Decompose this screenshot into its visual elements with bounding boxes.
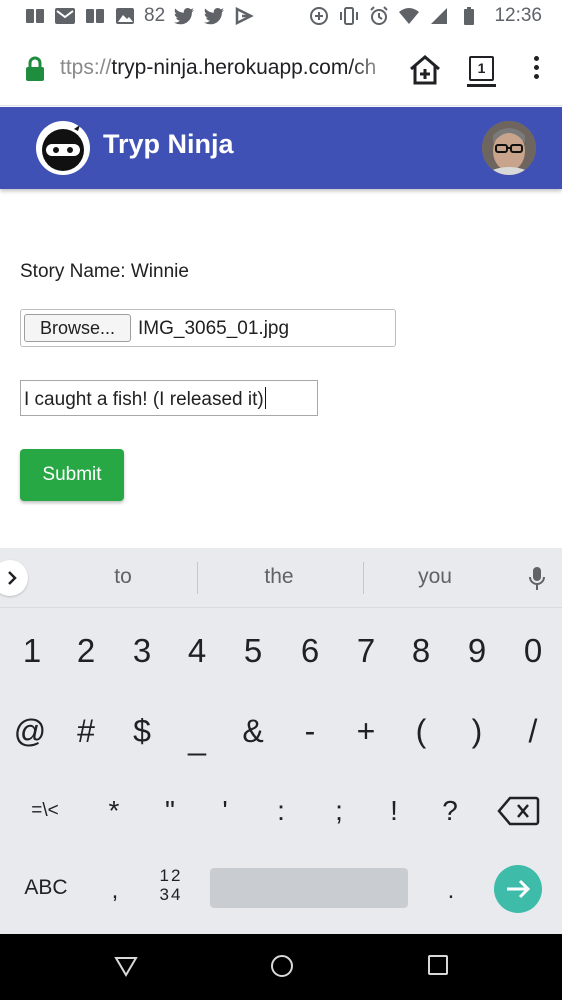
app-title[interactable]: Tryp Ninja [103, 129, 234, 160]
key-open-paren[interactable]: ( [395, 703, 447, 759]
feedly-icon [233, 6, 255, 26]
key-exclamation[interactable]: ! [368, 783, 420, 839]
space-key[interactable] [210, 868, 408, 908]
home-circle-icon[interactable] [270, 954, 294, 982]
microphone-icon[interactable] [527, 566, 547, 596]
key-underscore[interactable]: _ [171, 710, 223, 766]
numpad-line-2: 34 [159, 885, 183, 904]
book-icon [84, 6, 106, 26]
key-double-quote[interactable]: " [144, 783, 196, 839]
browser-toolbar: ttps://tryp-ninja.herokuapp.com/ch 1 [0, 32, 562, 106]
gmail-icon [54, 6, 76, 26]
url-field[interactable]: ttps://tryp-ninja.herokuapp.com/ch [60, 56, 396, 80]
key-0[interactable]: 0 [507, 623, 559, 679]
url-host: tryp-ninja.herokuapp.com/ch [111, 56, 377, 79]
twitter-icon [203, 6, 225, 26]
key-8[interactable]: 8 [395, 623, 447, 679]
caption-input[interactable]: I caught a fish! (I released it) [20, 380, 318, 416]
key-dollar[interactable]: $ [116, 703, 168, 759]
vibrate-icon [338, 6, 360, 26]
key-plus[interactable]: + [340, 703, 392, 759]
browse-button[interactable]: Browse... [24, 314, 131, 342]
twitter-icon [173, 6, 195, 26]
suggestion-strip: to the you [0, 548, 562, 608]
image-icon [114, 6, 136, 26]
caption-value: I caught a fish! (I released it) [24, 389, 264, 410]
enter-arrow-icon[interactable] [494, 865, 542, 913]
key-6[interactable]: 6 [284, 623, 336, 679]
key-at[interactable]: @ [4, 703, 56, 759]
home-icon[interactable] [408, 54, 442, 90]
data-saver-icon [308, 6, 330, 26]
key-semicolon[interactable]: ; [313, 783, 365, 839]
submit-button[interactable]: Submit [20, 449, 124, 501]
key-more-symbols[interactable]: =\< [16, 783, 74, 839]
key-ampersand[interactable]: & [227, 703, 279, 759]
key-question[interactable]: ? [424, 783, 476, 839]
text-caret [264, 387, 267, 409]
status-bar: 82 12:36 [0, 0, 562, 32]
selected-file-name: IMG_3065_01.jpg [138, 318, 290, 339]
key-4[interactable]: 4 [171, 623, 223, 679]
user-avatar[interactable] [482, 121, 536, 175]
suggestion-3[interactable]: you [375, 565, 495, 589]
battery-icon [458, 6, 480, 26]
tab-switcher-button[interactable]: 1 [466, 54, 496, 87]
alarm-icon [368, 6, 390, 26]
numpad-key[interactable]: 12 34 [148, 866, 194, 910]
key-apostrophe[interactable]: ' [199, 783, 251, 839]
overflow-menu-icon[interactable] [530, 56, 542, 86]
url-scheme: ttps:// [60, 56, 112, 79]
key-colon[interactable]: : [255, 783, 307, 839]
key-1[interactable]: 1 [6, 623, 58, 679]
suggestion-1[interactable]: to [63, 565, 183, 589]
key-5[interactable]: 5 [227, 623, 279, 679]
comma-key[interactable]: , [100, 866, 130, 916]
url-fade [350, 50, 400, 90]
key-3[interactable]: 3 [116, 623, 168, 679]
recents-icon[interactable] [427, 954, 449, 980]
key-9[interactable]: 9 [451, 623, 503, 679]
key-close-paren[interactable]: ) [451, 703, 503, 759]
key-minus[interactable]: - [284, 703, 336, 759]
key-2[interactable]: 2 [60, 623, 112, 679]
suggestion-2[interactable]: the [219, 565, 339, 589]
numpad-line-1: 12 [159, 866, 183, 885]
key-7[interactable]: 7 [340, 623, 392, 679]
file-upload-field[interactable]: Browse... IMG_3065_01.jpg [20, 309, 396, 347]
clock: 12:36 [494, 5, 542, 26]
key-asterisk[interactable]: * [88, 783, 140, 839]
lock-icon[interactable] [24, 56, 46, 86]
signal-icon [428, 6, 450, 26]
ninja-logo-icon[interactable] [36, 121, 90, 175]
expand-toolbar-button[interactable] [0, 560, 28, 596]
system-nav-bar [0, 934, 562, 1000]
story-name-label: Story Name: Winnie [20, 261, 189, 282]
screen: 82 12:36 ttps://tryp-ninja.herokuapp.com… [0, 0, 562, 1000]
back-icon[interactable] [114, 954, 138, 982]
soft-keyboard: to the you 1 2 3 4 5 6 7 8 9 0 @ # $ _ &… [0, 548, 562, 934]
app-header: Tryp Ninja [0, 107, 562, 189]
abc-key[interactable]: ABC [14, 866, 78, 910]
key-hash[interactable]: # [60, 703, 112, 759]
backspace-icon[interactable] [496, 794, 542, 828]
key-slash[interactable]: / [507, 703, 559, 759]
tab-count: 1 [469, 56, 494, 81]
wifi-icon [398, 6, 420, 26]
notification-count: 82 [144, 5, 166, 26]
book-icon [24, 6, 46, 26]
period-key[interactable]: . [436, 866, 466, 916]
